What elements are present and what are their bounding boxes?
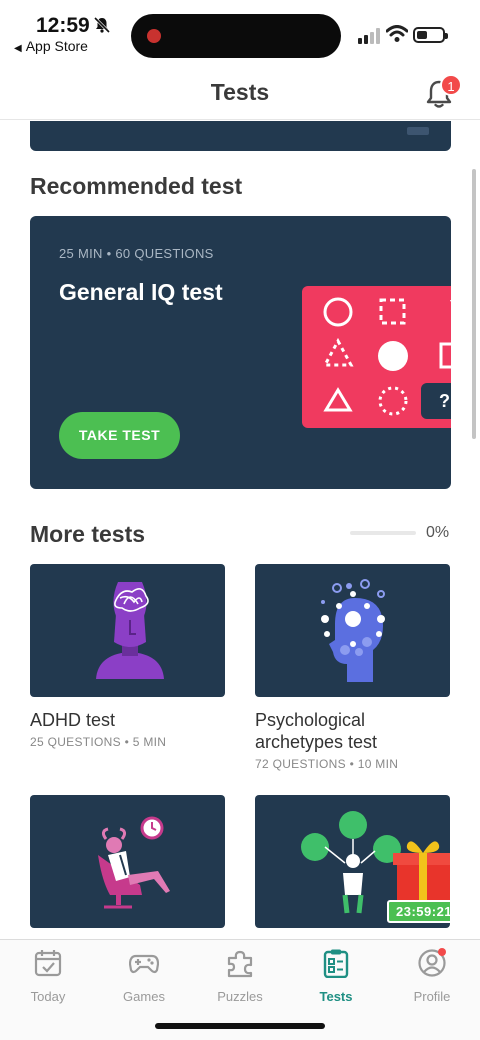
recording-indicator-icon (147, 29, 161, 43)
puzzle-icon (227, 950, 253, 978)
tests-progress-label: 0% (426, 524, 450, 541)
test-card-adhd[interactable] (30, 564, 225, 697)
test-card-relaxing[interactable] (30, 795, 225, 928)
wifi-icon (386, 25, 408, 42)
adhd-illustration (96, 582, 164, 679)
test-card-archetypes[interactable] (255, 564, 450, 697)
test-card-gift[interactable]: 23:59:21 (255, 795, 450, 928)
test-name-archetypes[interactable]: Psychological archetypes test (255, 709, 450, 753)
page-title: Tests (210, 79, 270, 105)
profile-alert-dot (438, 948, 446, 956)
more-tests-section-title: More tests (30, 521, 146, 547)
recommended-test-meta: 25 MIN • 60 QUESTIONS (59, 246, 214, 261)
status-bar: 12:59 ◀ App Store (0, 0, 480, 64)
gamepad-icon (128, 954, 160, 974)
recommended-test-title: General IQ test (59, 279, 223, 305)
take-test-button[interactable]: TAKE TEST (59, 412, 180, 459)
recommended-test-card[interactable]: 25 MIN • 60 QUESTIONS General IQ test ? … (30, 216, 451, 489)
status-time: 12:59 (36, 14, 90, 37)
tab-label-today: Today (30, 989, 66, 1004)
gift-countdown-timer: 23:59:21 (387, 900, 450, 923)
test-meta-archetypes: 72 QUESTIONS • 10 MIN (255, 757, 399, 771)
tab-profile[interactable]: Profile (384, 948, 480, 1004)
battery-icon (413, 27, 448, 43)
top-header: Tests 1 (0, 64, 480, 120)
tests-progress-bar (350, 531, 416, 535)
tab-label-games: Games (123, 989, 165, 1004)
tab-label-profile: Profile (413, 989, 451, 1004)
tab-tests[interactable]: Tests (288, 948, 384, 1004)
tab-label-puzzles: Puzzles (217, 989, 263, 1004)
back-arrow-icon: ◀ (14, 43, 22, 54)
test-meta-adhd: 25 QUESTIONS • 5 MIN (30, 735, 167, 749)
tab-puzzles[interactable]: Puzzles (192, 948, 288, 1004)
tab-label-tests: Tests (319, 989, 353, 1004)
test-name-adhd[interactable]: ADHD test (30, 709, 225, 731)
question-tile: ? (421, 383, 451, 419)
tab-today[interactable]: Today (0, 948, 96, 1004)
calendar-icon (34, 950, 62, 977)
previous-card-partial[interactable] (30, 121, 451, 151)
profile-icon (418, 948, 446, 977)
clipboard-icon (323, 949, 349, 979)
dynamic-island (131, 14, 341, 58)
back-app-label: App Store (25, 38, 88, 54)
scrollbar[interactable] (472, 169, 476, 439)
notification-badge: 1 (440, 74, 462, 96)
archetypes-illustration (321, 579, 385, 682)
cellular-signal-icon (358, 28, 380, 44)
card-menu-icon (407, 127, 429, 135)
notifications-button[interactable]: 1 (424, 74, 462, 112)
back-to-app-store[interactable]: ◀ App Store (14, 38, 88, 54)
recommended-section-title: Recommended test (30, 173, 243, 199)
relaxing-person-illustration (98, 816, 170, 909)
tests-content[interactable]: Recommended test 25 MIN • 60 QUESTIONS G… (0, 121, 480, 939)
home-indicator[interactable] (155, 1023, 325, 1029)
tab-games[interactable]: Games (96, 948, 192, 1004)
muted-bell-icon (93, 16, 111, 34)
